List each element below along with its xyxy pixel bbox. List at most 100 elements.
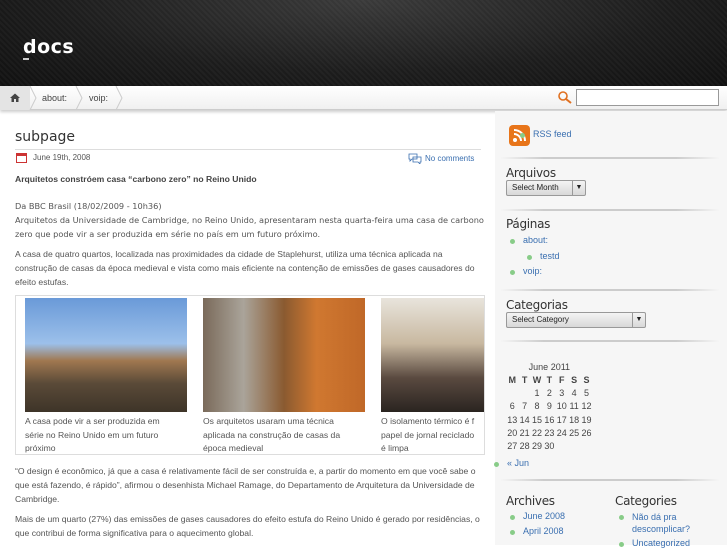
- gallery-item[interactable]: Os arquitetos usaram uma técnica aplicada…: [203, 298, 365, 454]
- divider: [500, 289, 720, 291]
- calendar-week: 20 21 22 23 24 25 26: [506, 426, 593, 439]
- divider: [500, 340, 720, 342]
- widget-title-archives: Archives: [506, 494, 555, 508]
- calendar-week: 6 7 8 9 10 11 12: [506, 400, 593, 413]
- calendar-day: 16: [544, 414, 555, 425]
- calendar-day: 5: [584, 387, 590, 398]
- category-link[interactable]: Não dá pra descomplicar?: [619, 511, 712, 535]
- divider: [500, 157, 720, 159]
- calendar-day: 11: [569, 401, 579, 412]
- post-paragraph: Arquitetos da Universidade de Cambridge,…: [15, 215, 484, 239]
- house-exterior-image: [25, 298, 187, 412]
- search-input[interactable]: [576, 89, 719, 106]
- caption: Os arquitetos usaram uma técnica aplicada…: [203, 416, 341, 453]
- calendar-day: 9: [546, 401, 552, 412]
- chevron-down-icon: ▼: [632, 313, 645, 327]
- post-paragraph: Mais de um quarto (27%) das emissões de …: [15, 514, 480, 538]
- calendar-day: 4: [571, 387, 577, 398]
- post-paragraph: “O design é econômico, já que a casa é r…: [15, 466, 476, 504]
- main-content: subpage June 19th, 2008 No comments Arqu…: [0, 111, 493, 545]
- calendar-caption: June 2011: [528, 362, 571, 372]
- chevron-separator-icon: [115, 86, 123, 110]
- calendar-week: 13 14 15 16 17 18 19: [506, 413, 593, 426]
- calendar-day: 24: [556, 427, 567, 438]
- calendar-day: 17: [556, 414, 567, 425]
- calendar-day: 8: [534, 401, 540, 412]
- calendar-day: 26: [581, 427, 592, 438]
- calendar-day-header: F: [559, 374, 565, 385]
- calendar-day-header: S: [571, 374, 578, 385]
- calendar-week: 12345: [506, 386, 593, 399]
- calendar-day: 7: [522, 401, 528, 412]
- month-select[interactable]: Select Month ▼: [506, 180, 586, 196]
- title-underline: [23, 58, 29, 60]
- calendar-day-header: T: [521, 374, 528, 385]
- widget-title-paginas: Páginas: [506, 217, 551, 231]
- calendar-day: 15: [531, 414, 542, 425]
- page-link-about[interactable]: about:: [509, 235, 548, 245]
- archive-link[interactable]: April 2008: [510, 526, 564, 536]
- breadcrumb-about[interactable]: about:: [42, 86, 67, 110]
- calendar-day: [518, 386, 530, 399]
- site-title[interactable]: docs: [23, 36, 74, 58]
- calendar-day: 22: [531, 427, 542, 438]
- page-link-voip[interactable]: voip:: [509, 266, 542, 276]
- calendar-day: 28: [519, 441, 530, 452]
- widget-title-arquivos: Arquivos: [506, 166, 556, 180]
- widget-title-categorias: Categorias: [506, 298, 568, 312]
- gallery-item[interactable]: A casa pode vir a ser produzida em série …: [25, 298, 187, 454]
- archive-link[interactable]: June 2008: [509, 511, 565, 521]
- calendar-day: 29: [531, 441, 542, 452]
- category-link[interactable]: Uncategorized: [618, 538, 690, 548]
- calendar-icon: [16, 153, 27, 163]
- calendar-day: 27: [507, 441, 518, 452]
- calendar-day-header: W: [532, 374, 542, 385]
- calendar: June 2011 MTWTFSS 1 2 3 4 5 6 7 8 9 10 11 12 13 14 15 1…: [506, 362, 593, 453]
- category-select[interactable]: Select Category ▼: [506, 312, 646, 328]
- divider: [15, 149, 481, 150]
- divider: [500, 209, 720, 211]
- chevron-separator-icon: [75, 86, 83, 110]
- site-header: docs: [0, 0, 727, 86]
- calendar-day: 2: [546, 387, 552, 398]
- breadcrumb-voip[interactable]: voip:: [89, 86, 108, 110]
- calendar-day: 3: [559, 387, 565, 398]
- calendar-day: 19: [581, 414, 592, 425]
- calendar-day-header: T: [546, 374, 553, 385]
- page-title[interactable]: subpage: [15, 129, 75, 145]
- interior-bathroom-image: [203, 298, 365, 412]
- breadcrumb-home[interactable]: [0, 86, 30, 110]
- calendar-day-header: M: [508, 374, 516, 385]
- calendar-day-header: S: [583, 374, 590, 385]
- calendar-prev-link[interactable]: « Jun: [493, 458, 529, 468]
- rss-feed-link[interactable]: RSS feed: [520, 129, 572, 139]
- comments-link[interactable]: No comments: [425, 154, 474, 163]
- calendar-day: 13: [507, 414, 518, 425]
- page-link-testd[interactable]: testd: [527, 251, 560, 261]
- gallery-item[interactable]: O isolamento térmico é f papel de jornal …: [381, 298, 484, 454]
- calendar-day: [556, 439, 568, 452]
- post-source: Da BBC Brasil (18/02/2009 - 10h36): [15, 201, 162, 211]
- caption: O isolamento térmico é f papel de jornal …: [381, 416, 475, 453]
- post-headline: Arquitetos constróem casa “carbono zero”…: [15, 174, 257, 184]
- calendar-day: 18: [569, 414, 580, 425]
- divider: [500, 479, 720, 481]
- calendar-day: 23: [544, 427, 555, 438]
- calendar-day: 21: [519, 427, 530, 438]
- calendar-day: 30: [544, 441, 555, 452]
- calendar-day: [506, 386, 518, 399]
- caption: A casa pode vir a ser produzida em série …: [25, 416, 160, 453]
- calendar-day: 10: [556, 401, 567, 412]
- calendar-day: 1: [534, 387, 540, 398]
- comments-icon: [408, 153, 422, 164]
- calendar-day: 25: [569, 427, 580, 438]
- sidebar: RSS feed Arquivos Select Month ▼ Páginas …: [493, 111, 727, 548]
- image-gallery: A casa pode vir a ser produzida em série …: [15, 295, 485, 455]
- calendar-week: 27 28 29 30: [506, 439, 593, 452]
- calendar-day: [580, 439, 592, 452]
- interior-living-image: [381, 298, 484, 412]
- widget-title-categories: Categories: [615, 494, 677, 508]
- calendar-day: [568, 439, 580, 452]
- search-icon[interactable]: [557, 90, 573, 106]
- calendar-day: 6: [509, 401, 515, 412]
